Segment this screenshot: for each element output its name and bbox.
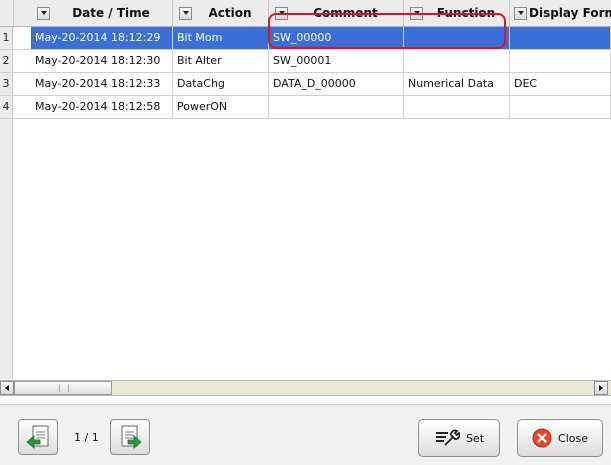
previous-page-button[interactable] <box>18 419 58 455</box>
row-number-column <box>0 119 13 379</box>
close-button-label: Close <box>558 431 588 445</box>
column-header-date-time[interactable]: Date / Time <box>31 0 173 26</box>
column-filter-dropdown-icon[interactable] <box>514 6 527 20</box>
cell-action[interactable]: DataChg <box>173 73 269 95</box>
cell-date-time[interactable]: May-20-2014 18:12:30 <box>31 50 173 72</box>
column-filter-dropdown-icon[interactable] <box>179 6 192 20</box>
cell-display-form[interactable]: DEC <box>510 73 611 95</box>
grip-icon <box>59 385 69 392</box>
cell-comment[interactable]: SW_00001 <box>269 50 404 72</box>
cell-date-time[interactable]: May-20-2014 18:12:58 <box>31 96 173 118</box>
arrow-left-icon <box>5 385 9 391</box>
column-header-label: Function <box>436 6 496 20</box>
cell-function[interactable] <box>404 27 510 49</box>
column-filter-dropdown-icon[interactable] <box>275 6 288 20</box>
column-header-display-form[interactable]: Display Form <box>510 0 611 26</box>
column-header-label: Display Form <box>529 6 611 20</box>
cell-comment[interactable] <box>269 96 404 118</box>
arrow-right-icon <box>599 385 603 391</box>
table-row[interactable]: 2 May-20-2014 18:12:30 Bit Alter SW_0000… <box>0 50 611 73</box>
set-button-label: Set <box>465 431 485 445</box>
column-header-label: Date / Time <box>72 6 150 20</box>
next-page-button[interactable] <box>110 419 150 455</box>
cell-function[interactable] <box>404 50 510 72</box>
cell-display-form[interactable] <box>510 27 611 49</box>
cell-action[interactable]: Bit Alter <box>173 50 269 72</box>
table-row[interactable]: 1 May-20-2014 18:12:29 Bit Mom SW_00000 <box>0 27 611 50</box>
table-row[interactable]: 3 May-20-2014 18:12:33 DataChg DATA_D_00… <box>0 73 611 96</box>
row-number: 1 <box>0 27 13 49</box>
column-header-action[interactable]: Action <box>173 0 269 26</box>
column-header-function[interactable]: Function <box>404 0 510 26</box>
scrollbar-thumb[interactable] <box>14 381 112 395</box>
close-button[interactable]: Close <box>517 419 603 457</box>
cell-comment[interactable]: SW_00000 <box>269 27 404 49</box>
column-filter-dropdown-icon[interactable] <box>37 6 50 20</box>
table-body: 1 May-20-2014 18:12:29 Bit Mom SW_00000 … <box>0 27 611 119</box>
row-number: 4 <box>0 96 13 118</box>
scroll-left-button[interactable] <box>0 381 14 395</box>
column-header-label: Comment <box>313 6 378 20</box>
cell-action[interactable]: PowerON <box>173 96 269 118</box>
row-number: 2 <box>0 50 13 72</box>
footer-bar: 1 / 1 Set Close <box>0 404 611 465</box>
column-filter-dropdown-icon[interactable] <box>410 6 423 20</box>
next-page-icon <box>121 425 142 449</box>
cell-date-time[interactable]: May-20-2014 18:12:29 <box>31 27 173 49</box>
cell-display-form[interactable] <box>510 50 611 72</box>
previous-page-icon <box>26 425 49 449</box>
table-empty-area <box>0 119 611 379</box>
horizontal-scrollbar[interactable] <box>0 380 611 396</box>
close-icon <box>532 428 552 448</box>
cell-date-time[interactable]: May-20-2014 18:12:33 <box>31 73 173 95</box>
table-row[interactable]: 4 May-20-2014 18:12:58 PowerON <box>0 96 611 119</box>
row-number-header <box>0 0 14 26</box>
page-indicator: 1 / 1 <box>74 431 99 444</box>
set-button[interactable]: Set <box>418 419 500 457</box>
cell-comment[interactable]: DATA_D_00000 <box>269 73 404 95</box>
set-icon <box>435 429 460 446</box>
cell-function[interactable]: Numerical Data <box>404 73 510 95</box>
row-number: 3 <box>0 73 13 95</box>
table-header: Date / Time Action Comment Function Disp… <box>0 0 611 27</box>
cell-action[interactable]: Bit Mom <box>173 27 269 49</box>
cell-display-form[interactable] <box>510 96 611 118</box>
cell-function[interactable] <box>404 96 510 118</box>
scroll-right-button[interactable] <box>594 381 608 395</box>
column-header-label: Action <box>208 6 252 20</box>
log-table: Date / Time Action Comment Function Disp… <box>0 0 611 404</box>
column-header-comment[interactable]: Comment <box>269 0 404 26</box>
